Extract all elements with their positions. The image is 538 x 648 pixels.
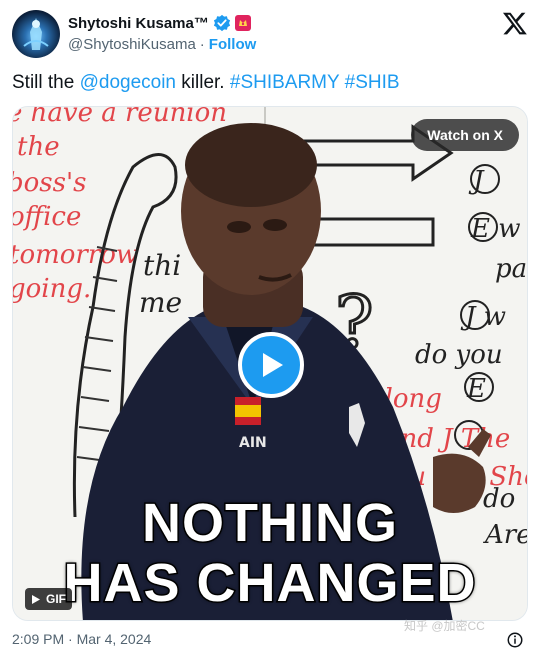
tweet-text-prefix: Still the <box>12 72 80 93</box>
info-icon[interactable] <box>506 631 524 648</box>
tweet-text-mid: killer. <box>176 72 230 93</box>
watermark-text: 知乎 @加密CC <box>404 619 485 633</box>
whiteboard-text: the <box>17 132 60 162</box>
whiteboard-text: going. <box>13 274 91 304</box>
author-handle-row: @ShytoshiKusama · Follow <box>68 36 256 53</box>
affiliate-badge-icon[interactable] <box>234 15 251 31</box>
whiteboard-text: e have a reunion <box>13 107 227 128</box>
avatar[interactable] <box>12 10 60 58</box>
whiteboard-text: do you <box>415 340 503 370</box>
whiteboard-text: boss's <box>13 168 86 198</box>
whiteboard-text: thi <box>143 249 181 282</box>
verified-badge-icon <box>213 14 230 32</box>
mention-link[interactable]: @dogecoin <box>80 72 176 93</box>
gif-label: GIF <box>46 592 66 606</box>
hashtag-shib-link[interactable]: #SHIB <box>345 72 400 93</box>
author-display-name[interactable]: Shytoshi Kusama™ <box>68 15 209 32</box>
separator-dot: · <box>199 36 205 53</box>
tweet-timestamp[interactable]: 2:09 PM · Mar 4, 2024 <box>12 631 151 647</box>
whiteboard-text: office <box>13 202 81 232</box>
gif-badge[interactable]: GIF <box>25 588 72 610</box>
gif-caption-line2: HAS CHANGED <box>62 552 477 615</box>
x-logo-icon[interactable] <box>502 10 528 36</box>
small-play-icon <box>32 594 40 604</box>
author-name-row: Shytoshi Kusama™ <box>68 13 251 33</box>
tweet-text: Still the @dogecoin killer. #SHIBARMY #S… <box>12 70 400 96</box>
watch-on-x-button[interactable]: Watch on X <box>411 119 519 151</box>
gif-caption-line1: NOTHING <box>141 492 399 555</box>
media-gif[interactable]: e have a reunion the boss's office tomor… <box>12 106 528 621</box>
tweet-card: Shytoshi Kusama™ @ShytoshiKusama · Follo… <box>0 0 538 648</box>
whiteboard-text: tomorrow <box>13 240 138 270</box>
whiteboard-text: pa <box>495 254 527 284</box>
avatar-figure-icon <box>23 18 49 50</box>
shirt-text: AIN <box>239 435 267 451</box>
play-button[interactable] <box>238 332 304 398</box>
follow-button[interactable]: Follow <box>209 36 257 53</box>
whiteboard-text: me <box>139 286 182 319</box>
play-icon <box>263 353 283 377</box>
hashtag-shibarmy-link[interactable]: #SHIBARMY <box>230 72 339 93</box>
author-handle[interactable]: @ShytoshiKusama <box>68 36 196 53</box>
